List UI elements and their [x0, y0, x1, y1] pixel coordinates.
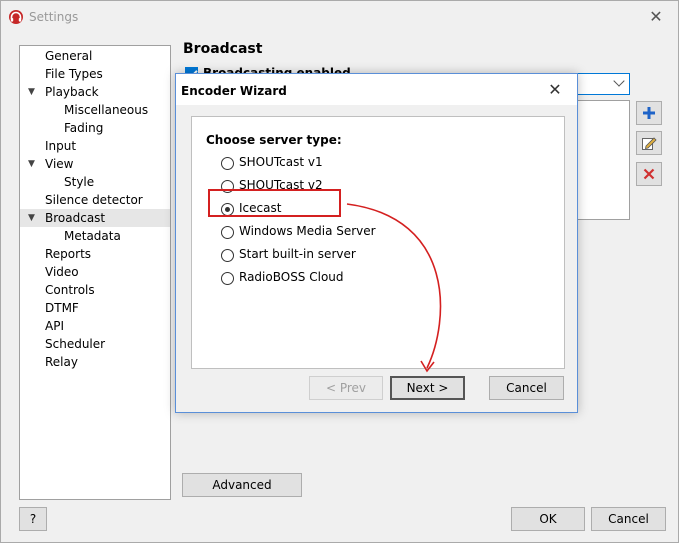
tree-item-video[interactable]: Video: [20, 263, 170, 281]
tree-item-label: Broadcast: [45, 211, 106, 225]
plus-icon: [643, 107, 655, 119]
close-icon: ✕: [649, 7, 663, 26]
chevron-down-icon: [613, 75, 625, 87]
encoder-wizard-dialog: Encoder Wizard ✕ Choose server type: SHO…: [175, 73, 578, 413]
tree-item-style[interactable]: Style: [20, 173, 170, 191]
server-option-shoutcast-v1[interactable]: SHOUTcast v1: [221, 155, 421, 173]
radio-button[interactable]: [221, 249, 234, 262]
server-type-panel: Choose server type: SHOUTcast v1 SHOUTcas…: [191, 116, 565, 369]
tree-item-label: DTMF: [45, 301, 79, 315]
page-title: Broadcast: [183, 41, 263, 57]
chevron-down-icon[interactable]: ▼: [28, 83, 35, 101]
icecast-highlight-box: [208, 189, 341, 217]
tree-item-label: Relay: [45, 355, 78, 369]
radio-label: Start built-in server: [239, 247, 356, 261]
ok-button[interactable]: OK: [511, 507, 585, 531]
tree-item-label: Style: [64, 175, 95, 189]
tree-item-general[interactable]: General: [20, 47, 170, 65]
tree-item-metadata[interactable]: Metadata: [20, 227, 170, 245]
tree-item-label: Controls: [45, 283, 95, 297]
server-option-start-built-in-server[interactable]: Start built-in server: [221, 247, 421, 265]
tree-item-label: Playback: [45, 85, 99, 99]
tree-item-scheduler[interactable]: Scheduler: [20, 335, 170, 353]
prev-button[interactable]: < Prev: [309, 376, 383, 400]
tree-item-label: Metadata: [64, 229, 121, 243]
advanced-button[interactable]: Advanced: [182, 473, 302, 497]
app-headphones-icon: [9, 10, 23, 24]
server-type-heading: Choose server type:: [206, 133, 342, 147]
window-close-button[interactable]: ✕: [641, 5, 671, 29]
tree-item-silence-detector[interactable]: Silence detector: [20, 191, 170, 209]
server-option-windows-media-server[interactable]: Windows Media Server: [221, 224, 421, 242]
edit-encoder-button[interactable]: [636, 131, 662, 155]
tree-item-api[interactable]: API: [20, 317, 170, 335]
settings-cancel-button[interactable]: Cancel: [591, 507, 666, 531]
tree-item-controls[interactable]: Controls: [20, 281, 170, 299]
tree-item-file-types[interactable]: File Types: [20, 65, 170, 83]
server-option-radioboss-cloud[interactable]: RadioBOSS Cloud: [221, 270, 421, 288]
tree-item-label: Fading: [64, 121, 104, 135]
tree-item-label: Video: [45, 265, 79, 279]
tree-item-label: Miscellaneous: [64, 103, 149, 117]
tree-item-view[interactable]: ▼ View: [20, 155, 170, 173]
wizard-cancel-button[interactable]: Cancel: [489, 376, 564, 400]
dialog-title: Encoder Wizard: [181, 84, 287, 98]
radio-label: RadioBOSS Cloud: [239, 270, 344, 284]
radio-label: SHOUTcast v1: [239, 155, 323, 169]
radio-button[interactable]: [221, 226, 234, 239]
dialog-close-button[interactable]: ✕: [541, 79, 569, 101]
dialog-title-bar: Encoder Wizard ✕: [176, 74, 577, 105]
tree-item-label: Scheduler: [45, 337, 106, 351]
close-icon: ✕: [548, 80, 562, 99]
add-encoder-button[interactable]: [636, 101, 662, 125]
title-bar: Settings ✕: [1, 1, 678, 33]
edit-icon: [642, 137, 657, 150]
tree-item-label: Input: [45, 139, 77, 153]
tree-item-dtmf[interactable]: DTMF: [20, 299, 170, 317]
radio-label: Windows Media Server: [239, 224, 376, 238]
tree-item-label: View: [45, 157, 74, 171]
window-title: Settings: [29, 10, 79, 24]
tree-item-label: API: [45, 319, 64, 333]
chevron-down-icon[interactable]: ▼: [28, 155, 35, 173]
tree-item-relay[interactable]: Relay: [20, 353, 170, 371]
tree-item-label: General: [45, 49, 93, 63]
radio-button[interactable]: [221, 272, 234, 285]
help-button[interactable]: ?: [19, 507, 47, 531]
tree-item-playback[interactable]: ▼ Playback: [20, 83, 170, 101]
tree-item-miscellaneous[interactable]: Miscellaneous: [20, 101, 170, 119]
delete-encoder-button[interactable]: [636, 162, 662, 186]
radio-button[interactable]: [221, 157, 234, 170]
tree-item-label: Reports: [45, 247, 92, 261]
tree-item-input[interactable]: Input: [20, 137, 170, 155]
tree-item-label: Silence detector: [45, 193, 143, 207]
tree-item-label: File Types: [45, 67, 103, 81]
tree-item-broadcast[interactable]: ▼ Broadcast: [20, 209, 170, 227]
tree-item-reports[interactable]: Reports: [20, 245, 170, 263]
settings-tree: General File Types ▼ Playback Miscellaneous F…: [19, 45, 171, 500]
chevron-down-icon[interactable]: ▼: [28, 209, 35, 227]
tree-item-fading[interactable]: Fading: [20, 119, 170, 137]
delete-icon: [643, 168, 655, 180]
next-button[interactable]: Next >: [390, 376, 465, 400]
